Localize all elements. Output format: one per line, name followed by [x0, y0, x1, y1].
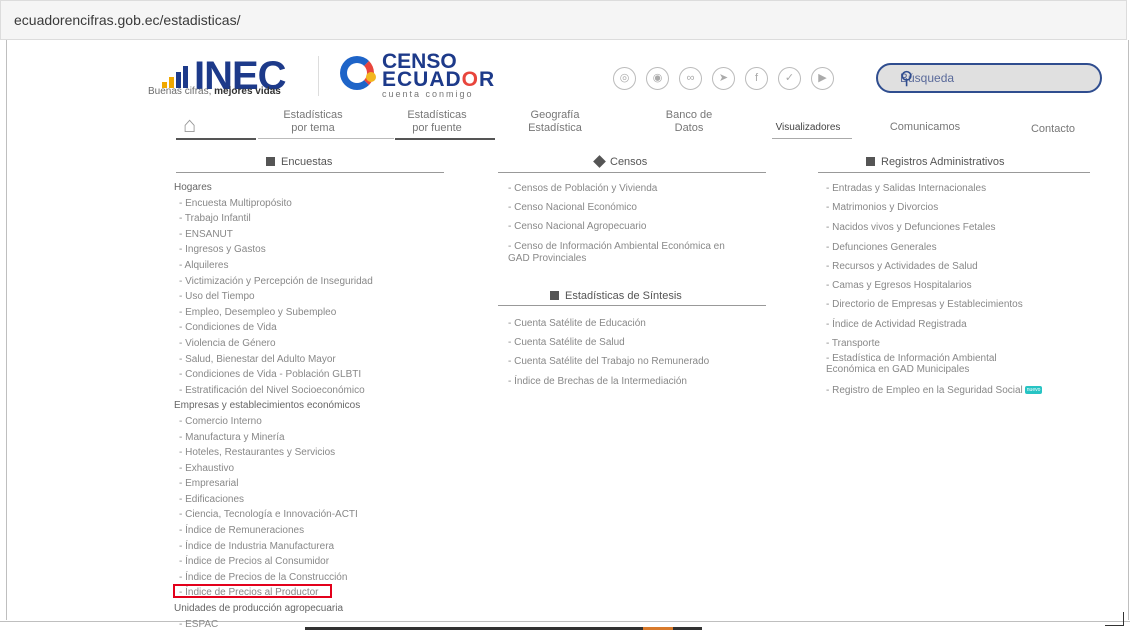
censos-heading: Censos — [593, 155, 647, 168]
building-icon — [866, 157, 875, 166]
censo-dot-icon — [366, 72, 376, 82]
document-icon — [266, 157, 275, 166]
search-icon[interactable]: ⚲ — [900, 68, 1088, 89]
list-item[interactable]: - Estadística de Información Ambiental — [826, 353, 997, 364]
list-item[interactable]: - Alquileres — [174, 258, 373, 274]
highlight-box — [173, 584, 332, 598]
diamond-icon — [593, 155, 606, 168]
list-item-continuation[interactable]: Económica en GAD Municipales — [826, 364, 969, 375]
list-item[interactable]: - Condiciones de Vida — [174, 320, 373, 336]
sintesis-heading: Estadísticas de Síntesis — [550, 290, 682, 302]
instagram-icon[interactable]: ◎ — [613, 67, 636, 90]
list-item[interactable]: - Exhaustivo — [174, 461, 373, 477]
nav-underline — [258, 138, 394, 139]
nav-item-estadisticas-tema[interactable]: Estadísticas por tema — [275, 109, 351, 135]
list-item[interactable]: - Trabajo Infantil — [174, 211, 373, 227]
list-item[interactable]: - Cuenta Satélite del Trabajo no Remuner… — [508, 356, 709, 367]
list-item[interactable]: - Victimización y Percepción de Inseguri… — [174, 274, 373, 290]
encuestas-heading: Encuestas — [266, 156, 332, 168]
list-item[interactable]: - Índice de Remuneraciones — [174, 523, 373, 539]
list-item[interactable]: - Encuesta Multipropósito — [174, 196, 373, 212]
send-icon[interactable]: ➤ — [712, 67, 735, 90]
logo-divider — [318, 56, 319, 96]
bars-icon — [162, 66, 192, 88]
list-item[interactable]: - Empleo, Desempleo y Subempleo — [174, 305, 373, 321]
list-item[interactable]: - Empresarial — [174, 476, 373, 492]
list-item[interactable]: - Entradas y Salidas Internacionales — [826, 183, 986, 194]
list-item-continuation[interactable]: GAD Provinciales — [508, 253, 586, 264]
list-item[interactable]: - Matrimonios y Divorcios — [826, 202, 938, 213]
list-item[interactable]: - Recursos y Actividades de Salud — [826, 261, 978, 272]
facebook-icon[interactable]: f — [745, 67, 768, 90]
list-item[interactable]: - Condiciones de Vida - Población GLBTI — [174, 367, 373, 383]
nav-item-comunicamos[interactable]: Comunicamos — [883, 121, 967, 134]
nav-underline — [772, 138, 852, 139]
telegram-icon[interactable]: ◉ — [646, 67, 669, 90]
list-category: Hogares — [174, 182, 212, 193]
list-item[interactable]: - Estratificación del Nivel Socioeconómi… — [174, 383, 373, 399]
list-item[interactable]: - Índice de Industria Manufacturera — [174, 539, 373, 555]
nav-underline — [395, 138, 495, 140]
list-item[interactable]: - Registro de Empleo en la Seguridad Soc… — [826, 385, 1043, 396]
list-item[interactable]: - Índice de Actividad Registrada — [826, 319, 967, 330]
list-item[interactable]: - Ingresos y Gastos — [174, 242, 373, 258]
list-item[interactable]: - Camas y Egresos Hospitalarios — [826, 280, 972, 291]
address-bar[interactable]: ecuadorencifras.gob.ec/estadisticas/ — [0, 0, 1127, 40]
list-item[interactable]: - Censos de Población y Vivienda — [508, 183, 657, 194]
list-item[interactable]: - Manufactura y Minería — [174, 430, 373, 446]
list-item[interactable]: - Índice de Brechas de la Intermediación — [508, 376, 687, 387]
list-item[interactable]: - Nacidos vivos y Defunciones Fetales — [826, 222, 996, 233]
list-item[interactable]: - Violencia de Género — [174, 336, 373, 352]
new-badge: nuevo — [1024, 386, 1043, 394]
inec-tagline: Buenas cifras, mejores vidas — [148, 86, 281, 97]
nav-item-contacto[interactable]: Contacto — [1020, 123, 1086, 136]
corner-mark — [1123, 612, 1124, 626]
registros-heading: Registros Administrativos — [866, 156, 1005, 168]
column-rule — [498, 305, 766, 306]
nav-underline — [176, 138, 256, 140]
list-item[interactable]: - Transporte — [826, 338, 880, 349]
divider — [0, 621, 1130, 622]
list-item[interactable]: - Hoteles, Restaurantes y Servicios — [174, 445, 373, 461]
list-item[interactable]: - ENSANUT — [174, 227, 373, 243]
column-rule — [176, 172, 444, 173]
list-item[interactable]: - Ciencia, Tecnología e Innovación-ACTI — [174, 507, 373, 523]
list-item[interactable]: - Directorio de Empresas y Establecimien… — [826, 299, 1023, 310]
search-box[interactable]: Búsqueda ⚲ — [876, 63, 1102, 93]
corner-mark — [1105, 625, 1124, 626]
list-item[interactable]: - Cuenta Satélite de Educación — [508, 318, 646, 329]
list-item[interactable]: - Censo Nacional Agropecuario — [508, 221, 646, 232]
nav-item-geografia[interactable]: Geografía Estadística — [515, 109, 595, 135]
list-category: Empresas y establecimientos económicos — [174, 400, 361, 412]
encuestas-list: Hogares - Encuesta Multipropósito - Trabaj… — [174, 180, 373, 632]
youtube-icon[interactable]: ▶ — [811, 67, 834, 90]
list-item[interactable]: - Defunciones Generales — [826, 242, 937, 253]
list-category: Unidades de producción agropecuaria — [174, 603, 344, 615]
url-text: ecuadorencifras.gob.ec/estadisticas/ — [14, 12, 241, 28]
home-icon[interactable]: ⌂ — [183, 112, 196, 138]
column-rule — [818, 172, 1090, 173]
list-item[interactable]: - Censo de Información Ambiental Económi… — [508, 241, 725, 252]
scroll-indicator-accent — [643, 627, 673, 630]
list-item[interactable]: - Salud, Bienestar del Adulto Mayor — [174, 352, 373, 368]
chart-icon — [550, 291, 559, 300]
list-item[interactable]: - Cuenta Satélite de Salud — [508, 337, 625, 348]
list-item[interactable]: - Edificaciones — [174, 492, 373, 508]
nav-item-banco-datos[interactable]: Banco de Datos — [654, 109, 724, 135]
nav-item-estadisticas-fuente[interactable]: Estadísticas por fuente — [397, 109, 477, 135]
list-item[interactable]: - Comercio Interno — [174, 414, 373, 430]
flickr-icon[interactable]: ∞ — [679, 67, 702, 90]
twitter-icon[interactable]: ✓ — [778, 67, 801, 90]
column-rule — [498, 172, 766, 173]
list-item[interactable]: - ESPAC — [174, 617, 373, 633]
list-item[interactable]: - Censo Nacional Económico — [508, 202, 637, 213]
censo-tagline: cuenta conmigo — [382, 89, 474, 99]
nav-item-visualizadores[interactable]: Visualizadores — [770, 121, 846, 134]
list-item[interactable]: - Índice de Precios al Consumidor — [174, 554, 373, 570]
list-item[interactable]: - Uso del Tiempo — [174, 289, 373, 305]
